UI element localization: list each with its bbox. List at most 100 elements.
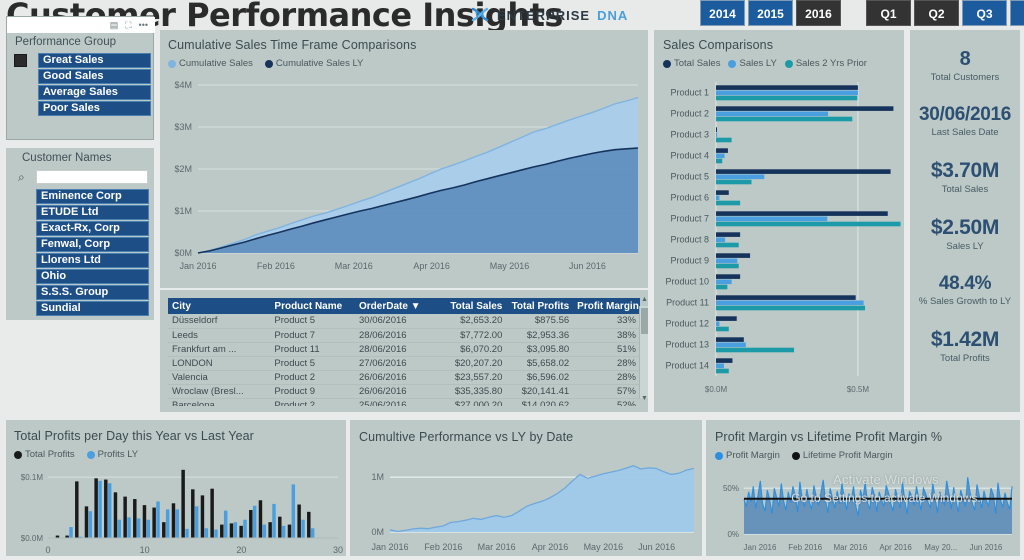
profit-day-bar[interactable]	[204, 528, 209, 538]
profit-day-bar[interactable]	[262, 524, 267, 538]
profit-day-bar[interactable]	[117, 519, 122, 538]
slicer-customer-names[interactable]: Customer Names ⌕ Eminence Corp ETUDE Ltd E…	[6, 148, 154, 320]
bar-segment[interactable]	[716, 295, 856, 300]
slicer-performance-item[interactable]: Average Sales	[38, 85, 151, 100]
slicer-customer-item[interactable]: Sundial	[36, 301, 149, 316]
profit-day-bar[interactable]	[297, 504, 301, 538]
table-row[interactable]: Barcelona Product 2 25/06/2016 $27,000.20 $1…	[168, 398, 640, 406]
profit-day-bar[interactable]	[239, 525, 243, 538]
slicer-customer-items[interactable]: Eminence Corp ETUDE Ltd Exact-Rx, Corp Fenw…	[36, 189, 149, 317]
bar-segment[interactable]	[716, 85, 858, 90]
bar-segment[interactable]	[716, 279, 732, 285]
bar-segment[interactable]	[716, 300, 864, 306]
profit-day-bar[interactable]	[233, 522, 238, 538]
table-header-total-profits[interactable]: Total Profits	[506, 298, 574, 314]
bar-segment[interactable]	[716, 358, 733, 363]
bar-segment[interactable]	[716, 242, 739, 248]
bar-segment[interactable]	[716, 148, 728, 153]
profit-day-bar[interactable]	[133, 499, 137, 538]
bar-segment[interactable]	[716, 342, 746, 348]
slicer-customer-row[interactable]: S.S.S. Group	[36, 285, 149, 300]
profit-day-bar[interactable]	[165, 509, 170, 538]
profit-day-bar[interactable]	[210, 488, 214, 538]
bar-segment[interactable]	[716, 284, 728, 290]
profit-day-bar[interactable]	[107, 483, 112, 538]
table-header-row[interactable]: City Product Name OrderDate ▼ Total Sales To…	[168, 298, 640, 314]
profit-day-bar[interactable]	[181, 469, 185, 538]
slicer-customer-row[interactable]: Llorens Ltd	[36, 253, 149, 268]
slicer-performance-item[interactable]: Great Sales	[38, 53, 151, 68]
bar-segment[interactable]	[716, 127, 717, 132]
bar-segment[interactable]	[716, 216, 828, 222]
profit-day-bar[interactable]	[278, 516, 282, 538]
quarter-button-q2[interactable]: Q2	[914, 0, 959, 26]
profit-day-bar[interactable]	[191, 489, 195, 538]
slicer-customer-item[interactable]: ETUDE Ltd	[36, 205, 149, 220]
bar-segment[interactable]	[716, 305, 866, 311]
scroll-down-icon[interactable]: ▼	[641, 395, 648, 402]
profit-day-bar[interactable]	[94, 478, 98, 538]
slicer-customer-row[interactable]: Eminence Corp	[36, 189, 149, 204]
bar-segment[interactable]	[716, 153, 725, 159]
profit-day-bar[interactable]	[146, 519, 151, 538]
profit-day-bar[interactable]	[162, 522, 166, 538]
bar-segment[interactable]	[716, 90, 858, 96]
profit-day-bar[interactable]	[229, 523, 234, 538]
profit-day-bar[interactable]	[84, 506, 89, 538]
year-button-2016[interactable]: 2016	[796, 0, 841, 26]
slicer-customer-row[interactable]: Sundial	[36, 301, 149, 316]
bar-segment[interactable]	[716, 232, 741, 237]
profit-day-bar[interactable]	[258, 500, 263, 538]
profit-day-bar[interactable]	[223, 510, 228, 538]
bar-segment[interactable]	[716, 253, 751, 258]
table-scrollbar[interactable]: ▲ ▼	[639, 296, 648, 402]
profit-day-bar[interactable]	[307, 511, 311, 538]
slicer-performance-row[interactable]: Poor Sales	[38, 101, 151, 116]
table-header-orderdate[interactable]: OrderDate ▼	[355, 298, 440, 314]
year-button-2015[interactable]: 2015	[748, 0, 793, 26]
profit-day-bar[interactable]	[252, 505, 257, 538]
quarter-filter-buttons[interactable]: Q1Q2Q3Q4	[866, 0, 1024, 26]
slicer-customer-item[interactable]: Fenwal, Corp	[36, 237, 149, 252]
profit-day-bar[interactable]	[88, 511, 93, 538]
quarter-button-q3[interactable]: Q3	[962, 0, 1007, 26]
slicer-customer-row[interactable]: Fenwal, Corp	[36, 237, 149, 252]
bar-segment[interactable]	[716, 363, 724, 369]
bar-segment[interactable]	[716, 174, 765, 180]
profit-day-bar[interactable]	[310, 528, 315, 538]
slicer-performance-item[interactable]: Poor Sales	[38, 101, 151, 116]
table-header-product-name[interactable]: Product Name	[270, 298, 355, 314]
bar-segment[interactable]	[716, 316, 737, 321]
slicer-customer-row[interactable]: ETUDE Ltd	[36, 205, 149, 220]
bar-segment[interactable]	[716, 169, 891, 174]
sales-detail-table[interactable]: City Product Name OrderDate ▼ Total Sales To…	[168, 298, 640, 406]
profit-day-bar[interactable]	[291, 484, 296, 538]
bar-segment[interactable]	[716, 132, 718, 138]
profit-day-bar[interactable]	[200, 495, 205, 538]
profit-day-bar[interactable]	[113, 492, 118, 538]
bar-segment[interactable]	[716, 200, 741, 206]
profit-day-bar[interactable]	[281, 525, 286, 538]
bar-segment[interactable]	[716, 111, 829, 117]
table-row[interactable]: Wroclaw (Bresl... Product 9 26/06/2016 $35,…	[168, 384, 640, 399]
slicer-customer-item[interactable]: Ohio	[36, 269, 149, 284]
bar-segment[interactable]	[716, 158, 723, 164]
bar-segment[interactable]	[716, 95, 858, 101]
slicer-customer-item[interactable]: S.S.S. Group	[36, 285, 149, 300]
checkbox-checked-icon[interactable]	[14, 54, 27, 67]
bar-segment[interactable]	[716, 321, 720, 327]
profit-day-bar[interactable]	[287, 524, 292, 538]
slicer-customer-item[interactable]: Eminence Corp	[36, 189, 149, 204]
slicer-customer-item[interactable]: Llorens Ltd	[36, 253, 149, 268]
bar-segment[interactable]	[716, 237, 726, 243]
customer-search-input[interactable]	[36, 170, 148, 184]
profit-day-bar[interactable]	[194, 506, 199, 538]
bar-segment[interactable]	[716, 337, 744, 342]
profit-day-bar[interactable]	[249, 510, 253, 538]
profit-day-bar[interactable]	[171, 503, 176, 538]
profit-day-bar[interactable]	[243, 519, 247, 538]
bar-segment[interactable]	[716, 347, 795, 353]
scroll-up-icon[interactable]: ▲	[641, 296, 648, 303]
slicer-performance-items[interactable]: Great Sales Good Sales Average Sales Poor S…	[14, 53, 151, 117]
profit-day-bar[interactable]	[104, 479, 108, 538]
